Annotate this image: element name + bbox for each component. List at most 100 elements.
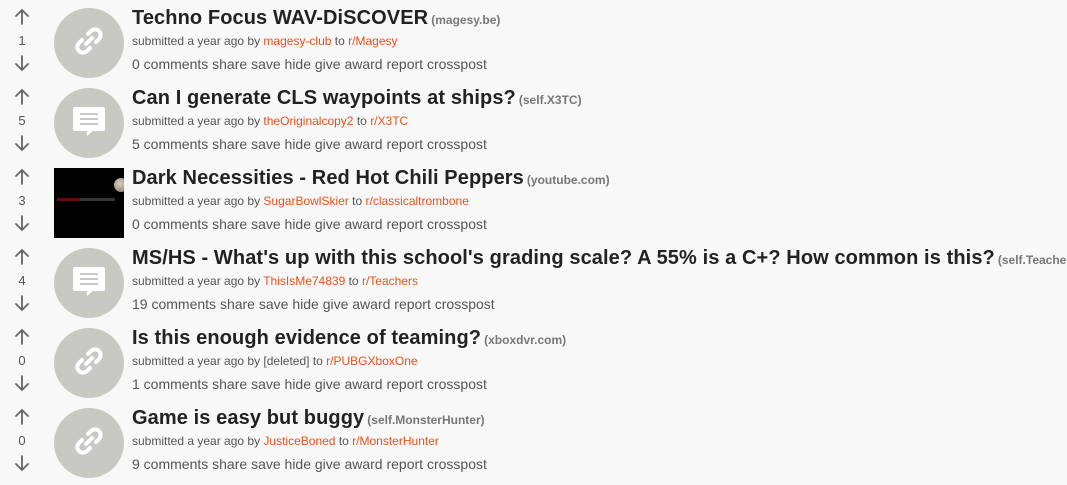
action-1-comments[interactable]: 1 comments: [132, 376, 208, 392]
action-hide[interactable]: hide: [285, 376, 311, 392]
action-crosspost[interactable]: crosspost: [427, 456, 487, 472]
action-crosspost[interactable]: crosspost: [427, 56, 487, 72]
downvote-arrow-icon[interactable]: [13, 454, 31, 472]
subreddit-link[interactable]: r/Magesy: [348, 34, 397, 48]
post-title[interactable]: MS/HS - What's up with this school's gra…: [132, 247, 995, 269]
action-save[interactable]: save: [259, 296, 289, 312]
post-domain[interactable]: (self.Teachers): [998, 253, 1067, 267]
action-give-award[interactable]: give award: [315, 216, 383, 232]
action-give-award[interactable]: give award: [323, 296, 391, 312]
action-0-comments[interactable]: 0 comments: [132, 56, 208, 72]
action-5-comments[interactable]: 5 comments: [132, 136, 208, 152]
action-hide[interactable]: hide: [285, 456, 311, 472]
action-hide[interactable]: hide: [285, 56, 311, 72]
link-icon: [71, 343, 107, 384]
action-hide[interactable]: hide: [292, 296, 318, 312]
to-text: to: [338, 434, 349, 448]
action-crosspost[interactable]: crosspost: [427, 216, 487, 232]
action-report[interactable]: report: [386, 456, 423, 472]
upvote-arrow-icon[interactable]: [13, 88, 31, 106]
post-thumbnail[interactable]: [54, 248, 124, 318]
action-give-award[interactable]: give award: [315, 136, 383, 152]
vote-controls: 0: [8, 328, 36, 392]
to-text: to: [334, 34, 345, 48]
action-save[interactable]: save: [251, 456, 281, 472]
action-0-comments[interactable]: 0 comments: [132, 216, 208, 232]
action-give-award[interactable]: give award: [315, 456, 383, 472]
action-give-award[interactable]: give award: [315, 376, 383, 392]
post-domain[interactable]: (self.MonsterHunter): [367, 413, 484, 427]
action-share[interactable]: share: [212, 376, 247, 392]
post-title[interactable]: Can I generate CLS waypoints at ships?: [132, 87, 516, 109]
post-tagline: submitted a year ago by SugarBowlSkier t…: [132, 193, 1067, 210]
action-report[interactable]: report: [394, 296, 431, 312]
submitted-text: submitted a year ago by: [132, 34, 261, 48]
action-hide[interactable]: hide: [285, 136, 311, 152]
link-icon: [71, 23, 107, 64]
subreddit-link[interactable]: r/classicaltrombone: [366, 194, 469, 208]
action-save[interactable]: save: [251, 376, 281, 392]
post-domain[interactable]: (xboxdvr.com): [484, 333, 566, 347]
author-link[interactable]: JusticeBoned: [263, 434, 335, 448]
subreddit-link[interactable]: r/X3TC: [370, 114, 408, 128]
action-hide[interactable]: hide: [285, 216, 311, 232]
action-9-comments[interactable]: 9 comments: [132, 456, 208, 472]
post-domain[interactable]: (self.X3TC): [519, 93, 582, 107]
action-report[interactable]: report: [386, 216, 423, 232]
upvote-arrow-icon[interactable]: [13, 408, 31, 426]
action-share[interactable]: share: [220, 296, 255, 312]
action-save[interactable]: save: [251, 216, 281, 232]
action-share[interactable]: share: [212, 136, 247, 152]
upvote-arrow-icon[interactable]: [13, 328, 31, 346]
submitted-text: submitted a year ago by: [132, 354, 261, 368]
post-domain[interactable]: (magesy.be): [431, 13, 500, 27]
author-link[interactable]: SugarBowlSkier: [263, 194, 348, 208]
downvote-arrow-icon[interactable]: [13, 214, 31, 232]
post-thumbnail[interactable]: [54, 408, 124, 478]
upvote-arrow-icon[interactable]: [13, 8, 31, 26]
post-thumbnail[interactable]: [54, 88, 124, 158]
action-report[interactable]: report: [386, 56, 423, 72]
author-link[interactable]: [deleted]: [263, 354, 309, 368]
post-title[interactable]: Dark Necessities - Red Hot Chili Peppers: [132, 167, 524, 189]
action-report[interactable]: report: [386, 136, 423, 152]
title-line: Is this enough evidence of teaming? (xbox…: [132, 326, 1067, 352]
vote-score: 5: [18, 113, 26, 128]
post-title[interactable]: Game is easy but buggy: [132, 407, 364, 429]
action-give-award[interactable]: give award: [315, 56, 383, 72]
author-link[interactable]: ThisIsMe74839: [263, 274, 345, 288]
post-title[interactable]: Techno Focus WAV-DiSCOVER: [132, 7, 428, 29]
action-share[interactable]: share: [212, 216, 247, 232]
post-actions: 19 comments share save hide give award r…: [132, 294, 1067, 314]
downvote-arrow-icon[interactable]: [13, 54, 31, 72]
post-title[interactable]: Is this enough evidence of teaming?: [132, 327, 481, 349]
post-1: 1 Techno Focus WAV-DiSCOVER (magesy.be) s…: [0, 0, 1067, 80]
video-thumbnail[interactable]: [54, 168, 124, 238]
action-share[interactable]: share: [212, 456, 247, 472]
post-thumbnail[interactable]: [54, 328, 124, 398]
downvote-arrow-icon[interactable]: [13, 294, 31, 312]
link-icon: [71, 423, 107, 464]
subreddit-link[interactable]: r/Teachers: [362, 274, 418, 288]
upvote-arrow-icon[interactable]: [13, 248, 31, 266]
action-crosspost[interactable]: crosspost: [427, 136, 487, 152]
downvote-arrow-icon[interactable]: [13, 374, 31, 392]
vote-score: 4: [18, 273, 26, 288]
author-link[interactable]: magesy-club: [263, 34, 331, 48]
action-crosspost[interactable]: crosspost: [427, 376, 487, 392]
subreddit-link[interactable]: r/MonsterHunter: [352, 434, 439, 448]
action-19-comments[interactable]: 19 comments: [132, 296, 216, 312]
action-save[interactable]: save: [251, 136, 281, 152]
post-domain[interactable]: (youtube.com): [527, 173, 610, 187]
author-link[interactable]: theOriginalcopy2: [263, 114, 353, 128]
downvote-arrow-icon[interactable]: [13, 134, 31, 152]
action-save[interactable]: save: [251, 56, 281, 72]
subreddit-link[interactable]: r/PUBGXboxOne: [326, 354, 417, 368]
upvote-arrow-icon[interactable]: [13, 168, 31, 186]
action-report[interactable]: report: [386, 376, 423, 392]
action-crosspost[interactable]: crosspost: [435, 296, 495, 312]
action-share[interactable]: share: [212, 56, 247, 72]
post-2: 5 Can I generate CLS waypoints at ships?…: [0, 80, 1067, 160]
to-text: to: [348, 274, 359, 288]
post-thumbnail[interactable]: [54, 8, 124, 78]
